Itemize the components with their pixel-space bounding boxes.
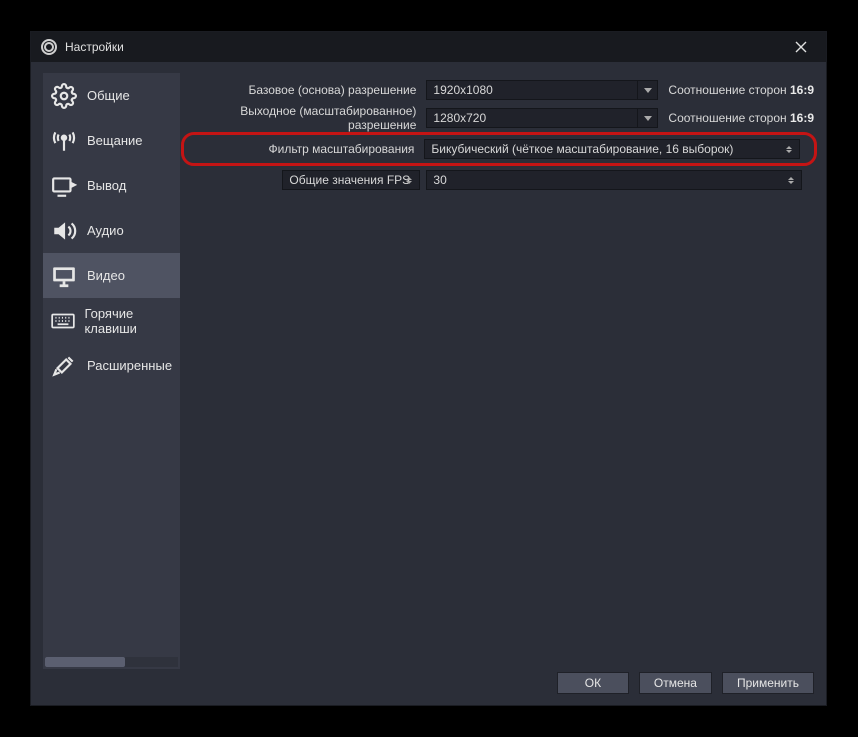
sidebar-item-label: Расширенные [87, 358, 172, 373]
row-fps: Общие значения FPS 30 [186, 169, 814, 191]
fps-type-value: Общие значения FPS [289, 173, 410, 187]
settings-window: Настройки Общие Вещание [30, 31, 827, 706]
fps-type-combo[interactable]: Общие значения FPS [282, 170, 420, 190]
sidebar-item-output[interactable]: Вывод [43, 163, 180, 208]
monitor-icon [49, 261, 79, 291]
sidebar-scrollbar[interactable] [45, 657, 178, 667]
chevron-down-icon [637, 109, 657, 127]
output-resolution-label: Выходное (масштабированное) разрешение [186, 104, 420, 132]
base-aspect: Соотношение сторон 16:9 [664, 83, 814, 97]
footer: ОК Отмена Применить [31, 669, 826, 705]
output-icon [49, 171, 79, 201]
sidebar-item-audio[interactable]: Аудио [43, 208, 180, 253]
sidebar-item-general[interactable]: Общие [43, 73, 180, 118]
titlebar: Настройки [31, 32, 826, 62]
output-aspect: Соотношение сторон 16:9 [664, 111, 814, 125]
scale-filter-combo[interactable]: Бикубический (чёткое масштабирование, 16… [424, 139, 800, 159]
base-resolution-value: 1920x1080 [433, 83, 492, 97]
sidebar-item-label: Горячие клавиши [84, 306, 180, 336]
main-panel: Базовое (основа) разрешение 1920x1080 Со… [180, 73, 814, 669]
chevron-down-icon [637, 81, 657, 99]
gear-icon [49, 81, 79, 111]
sidebar-item-label: Видео [87, 268, 125, 283]
base-resolution-label: Базовое (основа) разрешение [186, 83, 420, 97]
tools-icon [49, 351, 79, 381]
sidebar-item-label: Вывод [87, 178, 126, 193]
content-area: Общие Вещание Вывод Аудио [31, 62, 826, 669]
row-output-resolution: Выходное (масштабированное) разрешение 1… [186, 107, 814, 129]
speaker-icon [49, 216, 79, 246]
cancel-button[interactable]: Отмена [639, 672, 712, 694]
sidebar: Общие Вещание Вывод Аудио [43, 73, 180, 669]
row-scale-filter: Фильтр масштабирования Бикубический (чёт… [184, 135, 814, 163]
keyboard-icon [49, 306, 76, 336]
output-resolution-combo[interactable]: 1280x720 [426, 108, 658, 128]
spinner-icon [779, 140, 799, 158]
base-resolution-combo[interactable]: 1920x1080 [426, 80, 658, 100]
sidebar-item-label: Общие [87, 88, 130, 103]
scale-filter-value: Бикубический (чёткое масштабирование, 16… [431, 142, 733, 156]
sidebar-item-label: Аудио [87, 223, 124, 238]
scale-filter-label: Фильтр масштабирования [184, 142, 418, 156]
row-base-resolution: Базовое (основа) разрешение 1920x1080 Со… [186, 79, 814, 101]
spinner-icon [781, 171, 801, 189]
sidebar-item-video[interactable]: Видео [43, 253, 180, 298]
ok-button[interactable]: ОК [557, 672, 629, 694]
fps-value-combo[interactable]: 30 [426, 170, 802, 190]
sidebar-item-stream[interactable]: Вещание [43, 118, 180, 163]
app-icon [41, 39, 57, 55]
antenna-icon [49, 126, 79, 156]
apply-button[interactable]: Применить [722, 672, 814, 694]
sidebar-item-advanced[interactable]: Расширенные [43, 343, 180, 388]
close-icon [795, 41, 807, 53]
fps-value: 30 [433, 173, 446, 187]
spinner-icon [399, 171, 419, 189]
output-resolution-value: 1280x720 [433, 111, 486, 125]
scrollbar-thumb[interactable] [45, 657, 125, 667]
close-button[interactable] [786, 32, 816, 62]
sidebar-item-label: Вещание [87, 133, 143, 148]
window-title: Настройки [65, 40, 124, 54]
sidebar-item-hotkeys[interactable]: Горячие клавиши [43, 298, 180, 343]
